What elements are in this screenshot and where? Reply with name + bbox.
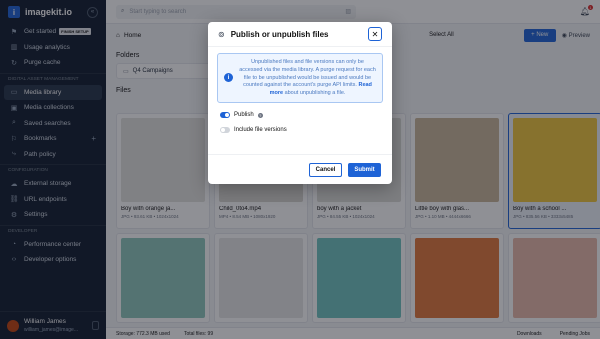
publish-icon: ⊚ — [218, 29, 225, 39]
publish-option: Publish ? — [208, 109, 392, 121]
submit-button[interactable]: Submit — [348, 162, 381, 177]
info-text: Unpublished files and file versions can … — [239, 59, 376, 97]
publish-modal: ⊚ Publish or unpublish files ✕ i Unpubli… — [208, 22, 392, 184]
publish-toggle[interactable] — [220, 112, 230, 118]
info-icon: i — [224, 73, 233, 82]
modal-title: Publish or unpublish files — [230, 29, 329, 39]
close-button[interactable]: ✕ — [368, 27, 382, 41]
info-box: i Unpublished files and file versions ca… — [217, 53, 383, 103]
cancel-button[interactable]: Cancel — [309, 162, 342, 177]
help-icon[interactable]: ? — [257, 112, 263, 118]
modal-header: ⊚ Publish or unpublish files ✕ — [208, 22, 392, 47]
include-versions-option: Include file versions — [208, 124, 392, 136]
modal-footer: Cancel Submit — [208, 154, 392, 184]
include-versions-toggle[interactable] — [220, 127, 230, 133]
publish-label: Publish — [234, 112, 254, 118]
include-versions-label: Include file versions — [234, 127, 287, 133]
